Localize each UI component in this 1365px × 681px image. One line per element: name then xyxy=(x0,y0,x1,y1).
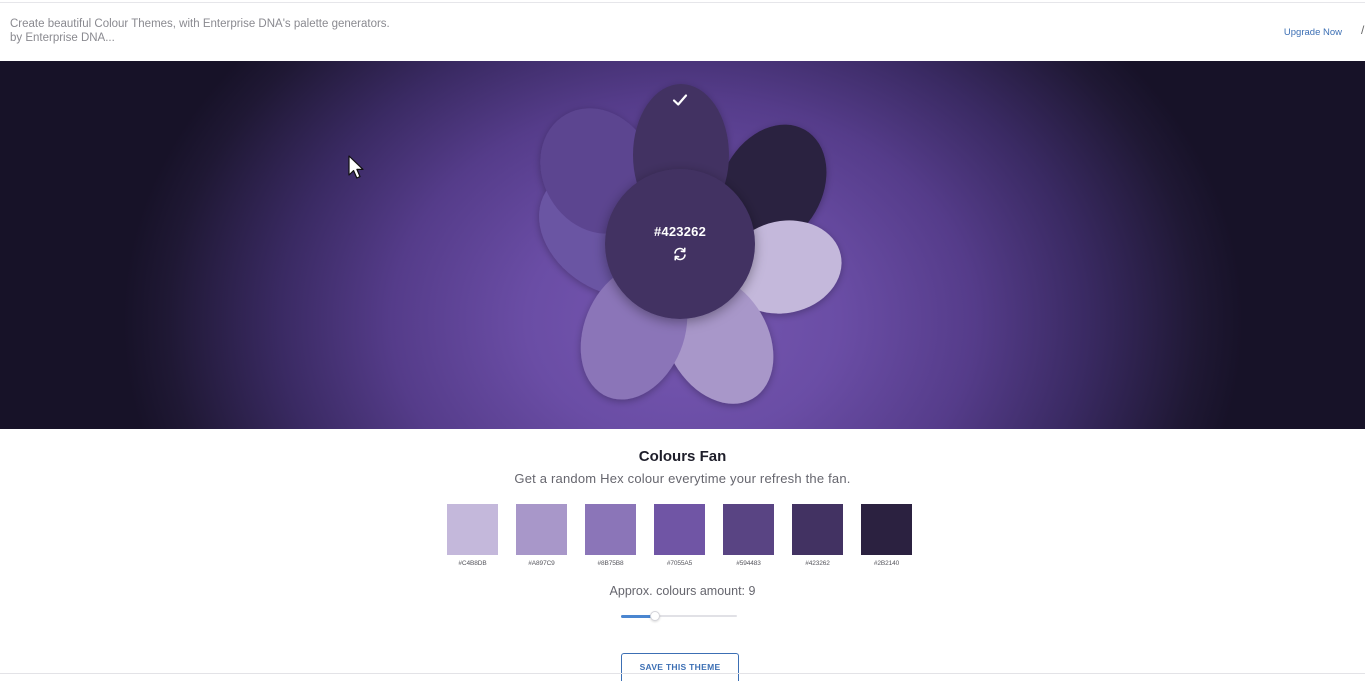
selected-hex-label: #423262 xyxy=(653,224,706,239)
swatch-label: #7055A5 xyxy=(666,560,693,567)
header-description: Create beautiful Colour Themes, with Ent… xyxy=(10,17,390,45)
save-theme-button[interactable]: SAVE THIS THEME xyxy=(621,653,739,681)
swatch-label: #594483 xyxy=(736,560,761,567)
bottom-divider xyxy=(0,673,1365,674)
swatch-label: #C4B8DB xyxy=(458,560,487,567)
clipped-edge-icon: / xyxy=(1361,23,1365,37)
section-subtitle: Get a random Hex colour everytime your r… xyxy=(514,471,851,486)
upgrade-now-link[interactable]: Upgrade Now xyxy=(1284,27,1342,38)
swatch[interactable] xyxy=(723,504,774,555)
swatch-row: #C4B8DB #A897C9 #8B75B8 #7055A5 #594483 … xyxy=(447,504,917,574)
swatch[interactable] xyxy=(861,504,912,555)
section-title: Colours Fan xyxy=(638,448,727,465)
colours-amount-slider[interactable] xyxy=(621,609,739,625)
cursor-arrow-icon xyxy=(348,155,364,179)
header-line-2: by Enterprise DNA... xyxy=(10,32,115,44)
swatch-label: #2B2140 xyxy=(873,560,900,567)
refresh-icon[interactable] xyxy=(672,246,688,262)
fan-hero: #423262 xyxy=(0,61,1365,429)
swatch[interactable] xyxy=(447,504,498,555)
header-line-1: Create beautiful Colour Themes, with Ent… xyxy=(10,18,390,30)
fan-center-disc xyxy=(605,169,755,319)
slider-thumb[interactable] xyxy=(649,611,660,621)
colours-amount-label: Approx. colours amount: 9 xyxy=(609,584,756,598)
check-icon xyxy=(672,94,688,106)
swatch[interactable] xyxy=(792,504,843,555)
colour-fan xyxy=(539,84,842,404)
swatch-label: #A897C9 xyxy=(528,560,555,567)
swatch-label: #8B75B8 xyxy=(597,560,624,567)
swatch[interactable] xyxy=(585,504,636,555)
app-header: Create beautiful Colour Themes, with Ent… xyxy=(0,3,1365,61)
swatch[interactable] xyxy=(516,504,567,555)
swatch[interactable] xyxy=(654,504,705,555)
swatch-label: #423262 xyxy=(805,560,830,567)
